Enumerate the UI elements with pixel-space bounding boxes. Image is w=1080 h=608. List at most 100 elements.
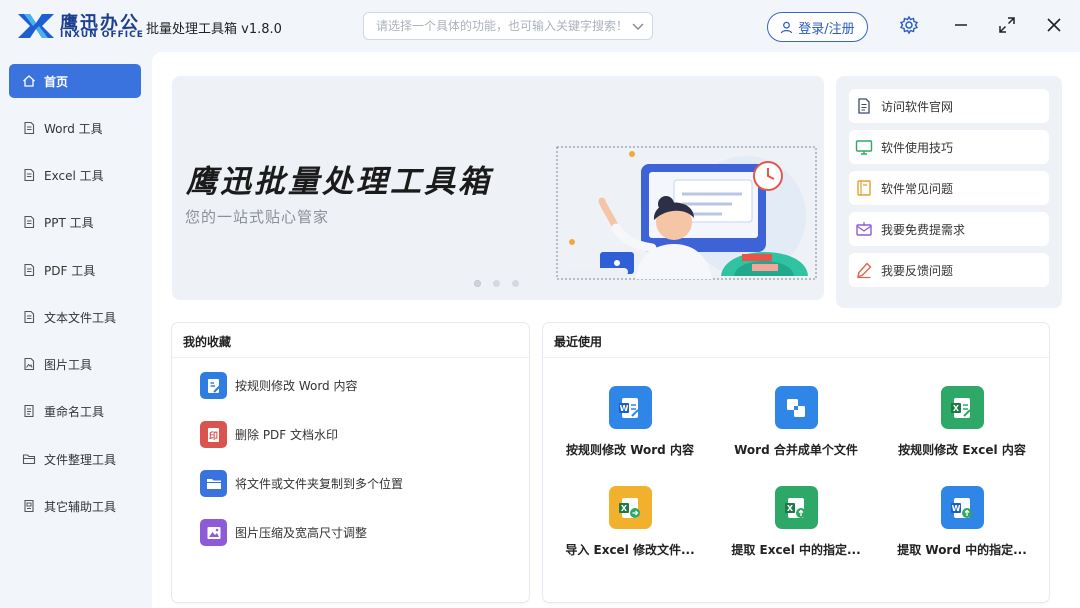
recent-item-label: 按规则修改 Word 内容	[566, 443, 694, 457]
title-bar: 鹰迅办公 INXUN OFFICE 批量处理工具箱 v1.8.0 登录/注册	[0, 0, 1080, 52]
mail-icon	[856, 222, 872, 236]
brand-name-en: INXUN OFFICE	[60, 30, 144, 40]
login-button[interactable]: 登录/注册	[767, 12, 868, 42]
quick-link-request[interactable]: 我要免费提需求	[849, 212, 1049, 246]
tools-icon	[24, 499, 34, 513]
recent-item-label: 按规则修改 Excel 内容	[898, 443, 1026, 457]
rename-icon	[24, 404, 34, 418]
svg-text:W: W	[620, 404, 629, 413]
word-edit-icon	[200, 372, 227, 399]
recent-item[interactable]: W 提取 Word 中的指定...	[882, 486, 1042, 558]
book-icon	[857, 180, 871, 196]
banner-subtitle: 您的一站式贴心管家	[185, 208, 330, 226]
sidebar-item-home[interactable]: 首页	[9, 64, 141, 98]
sidebar-item-label: Excel 工具	[44, 168, 104, 183]
user-icon	[781, 21, 793, 33]
favorites-panel: 我的收藏 按规则修改 Word 内容 印 删除 PDF 文档水印 将文件或文件夹…	[172, 323, 529, 602]
app-title: 批量处理工具箱 v1.8.0	[146, 22, 282, 37]
image-resize-icon	[200, 519, 227, 546]
recent-item[interactable]: W 按规则修改 Word 内容	[550, 386, 710, 458]
document-icon	[24, 121, 35, 135]
favorite-item-label: 删除 PDF 文档水印	[235, 428, 339, 442]
quick-link-feedback[interactable]: 我要反馈问题	[849, 253, 1049, 287]
sidebar-item-word[interactable]: Word 工具	[9, 111, 141, 145]
recent-item[interactable]: X 导入 Excel 修改文件...	[550, 486, 710, 558]
quick-links-panel: 访问软件官网 软件使用技巧 软件常见问题 我要免费提需求 我要反馈问题	[836, 76, 1062, 308]
pdf-watermark-icon: 印	[200, 421, 227, 448]
minimize-icon[interactable]	[950, 14, 972, 36]
sidebar-item-rename[interactable]: 重命名工具	[9, 394, 141, 428]
quick-link-label: 访问软件官网	[881, 99, 954, 114]
word-edit-icon: W	[608, 386, 652, 429]
search-box[interactable]	[363, 12, 653, 40]
favorite-item[interactable]: 印 删除 PDF 文档水印	[200, 421, 338, 448]
sidebar-item-label: 重命名工具	[44, 404, 105, 419]
quick-link-label: 我要反馈问题	[881, 263, 954, 278]
favorite-item[interactable]: 将文件或文件夹复制到多个位置	[200, 470, 403, 497]
sidebar-item-label: 文本文件工具	[44, 310, 117, 325]
sidebar-item-label: 首页	[44, 74, 69, 89]
folder-icon	[22, 454, 36, 465]
favorite-item-label: 图片压缩及宽高尺寸调整	[235, 526, 368, 540]
sidebar-item-ppt[interactable]: PPT 工具	[9, 205, 141, 239]
recent-item-label: Word 合并成单个文件	[734, 443, 858, 457]
sidebar-item-file-organize[interactable]: 文件整理工具	[9, 442, 141, 476]
word-extract-icon: W	[940, 486, 984, 529]
carousel-dot[interactable]	[493, 280, 500, 287]
recent-item[interactable]: Word 合并成单个文件	[716, 386, 876, 458]
recent-panel: 最近使用 W 按规则修改 Word 内容 Word 合并成单个文件 X 按规则修…	[543, 323, 1049, 602]
document-icon	[24, 310, 35, 324]
sidebar-item-other-tools[interactable]: 其它辅助工具	[9, 489, 141, 523]
excel-extract-icon: X	[774, 486, 818, 529]
sidebar-item-label: 文件整理工具	[44, 452, 117, 467]
svg-text:印: 印	[208, 430, 217, 442]
sidebar-item-label: PDF 工具	[44, 263, 96, 278]
login-label: 登录/注册	[798, 21, 855, 37]
recent-item[interactable]: X 按规则修改 Excel 内容	[882, 386, 1042, 458]
image-icon	[24, 357, 35, 371]
carousel-indicator	[474, 280, 519, 287]
maximize-icon[interactable]	[996, 14, 1018, 36]
search-input[interactable]	[374, 17, 624, 35]
recent-title: 最近使用	[554, 335, 603, 349]
svg-text:X: X	[787, 504, 794, 513]
sidebar-item-pdf[interactable]: PDF 工具	[9, 253, 141, 287]
recent-item[interactable]: X 提取 Excel 中的指定...	[716, 486, 876, 558]
merge-icon	[774, 386, 818, 429]
sidebar-item-label: 其它辅助工具	[44, 499, 117, 514]
document-icon	[858, 98, 870, 114]
document-icon	[24, 263, 35, 277]
favorite-item-label: 按规则修改 Word 内容	[235, 379, 358, 393]
quick-link-faq[interactable]: 软件常见问题	[849, 171, 1049, 205]
office-worker-illustration	[556, 146, 817, 280]
recent-item-label: 提取 Excel 中的指定...	[731, 543, 861, 557]
carousel-dot[interactable]	[512, 280, 519, 287]
favorite-item[interactable]: 图片压缩及宽高尺寸调整	[200, 519, 367, 546]
chevron-down-icon[interactable]	[632, 21, 644, 31]
banner-title: 鹰迅批量处理工具箱	[186, 164, 492, 200]
sidebar-item-label: 图片工具	[44, 357, 93, 372]
carousel-dot[interactable]	[474, 280, 481, 287]
quick-link-website[interactable]: 访问软件官网	[849, 89, 1049, 123]
panel-divider	[543, 357, 1049, 358]
quick-link-label: 我要免费提需求	[881, 222, 966, 237]
svg-text:W: W	[952, 504, 961, 513]
document-icon	[24, 215, 35, 229]
sidebar-item-label: Word 工具	[44, 121, 103, 136]
settings-gear-icon[interactable]	[898, 14, 920, 36]
close-icon[interactable]	[1043, 14, 1065, 36]
banner-carousel[interactable]: 鹰迅批量处理工具箱 您的一站式贴心管家	[172, 76, 824, 300]
quick-link-tips[interactable]: 软件使用技巧	[849, 130, 1049, 164]
sidebar-item-text[interactable]: 文本文件工具	[9, 300, 141, 334]
sidebar-item-image[interactable]: 图片工具	[9, 347, 141, 381]
svg-text:X: X	[621, 504, 628, 513]
home-icon	[23, 75, 35, 87]
pen-icon	[857, 262, 872, 279]
sidebar: 首页 Word 工具 Excel 工具 PPT 工具 PDF 工具 文本文件工具…	[0, 52, 150, 608]
favorite-item[interactable]: 按规则修改 Word 内容	[200, 372, 357, 399]
sidebar-item-label: PPT 工具	[44, 215, 94, 230]
sidebar-item-excel[interactable]: Excel 工具	[9, 158, 141, 192]
recent-item-label: 提取 Word 中的指定...	[897, 543, 1027, 557]
favorites-title: 我的收藏	[183, 335, 232, 349]
inxun-logo-icon	[18, 14, 54, 38]
